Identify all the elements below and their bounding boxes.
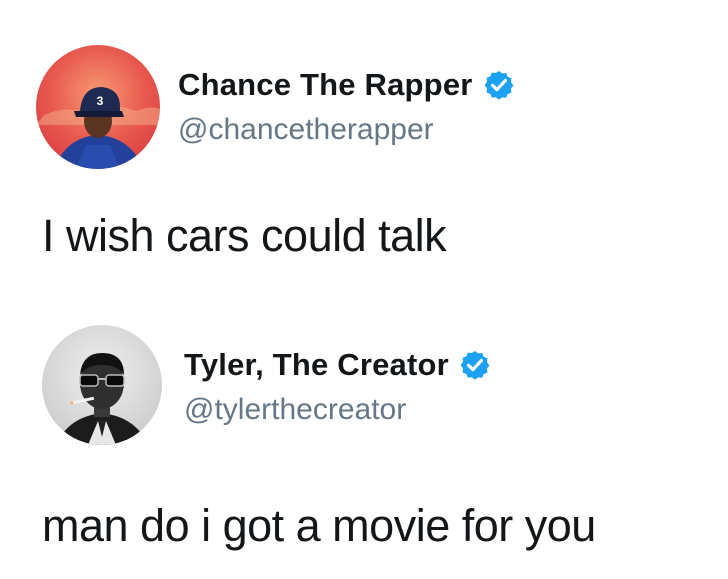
user-names: Tyler, The Creator @tylerthecreator — [184, 347, 491, 427]
user-handle[interactable]: @tylerthecreator — [184, 393, 491, 427]
display-name[interactable]: Tyler, The Creator — [184, 347, 449, 383]
verified-badge-icon — [459, 349, 491, 381]
avatar[interactable] — [42, 325, 162, 445]
tweet-text: I wish cars could talk — [42, 210, 447, 261]
display-name-row: Tyler, The Creator — [184, 347, 491, 383]
user-handle[interactable]: @chancetherapper — [178, 113, 515, 147]
display-name-row: Chance The Rapper — [178, 67, 515, 103]
avatar-cap-number: 3 — [97, 94, 104, 108]
avatar[interactable]: 3 — [36, 45, 160, 169]
tweet-text: man do i got a movie for you — [42, 500, 596, 551]
verified-badge-icon — [483, 69, 515, 101]
avatar-image — [42, 325, 162, 445]
avatar-image: 3 — [36, 45, 160, 169]
tweet-header: 3 Chance The Rapper @chancetherapper — [36, 45, 716, 170]
display-name[interactable]: Chance The Rapper — [178, 67, 473, 103]
tweet-header: Tyler, The Creator @tylerthecreator — [42, 325, 722, 450]
user-names: Chance The Rapper @chancetherapper — [178, 67, 515, 147]
